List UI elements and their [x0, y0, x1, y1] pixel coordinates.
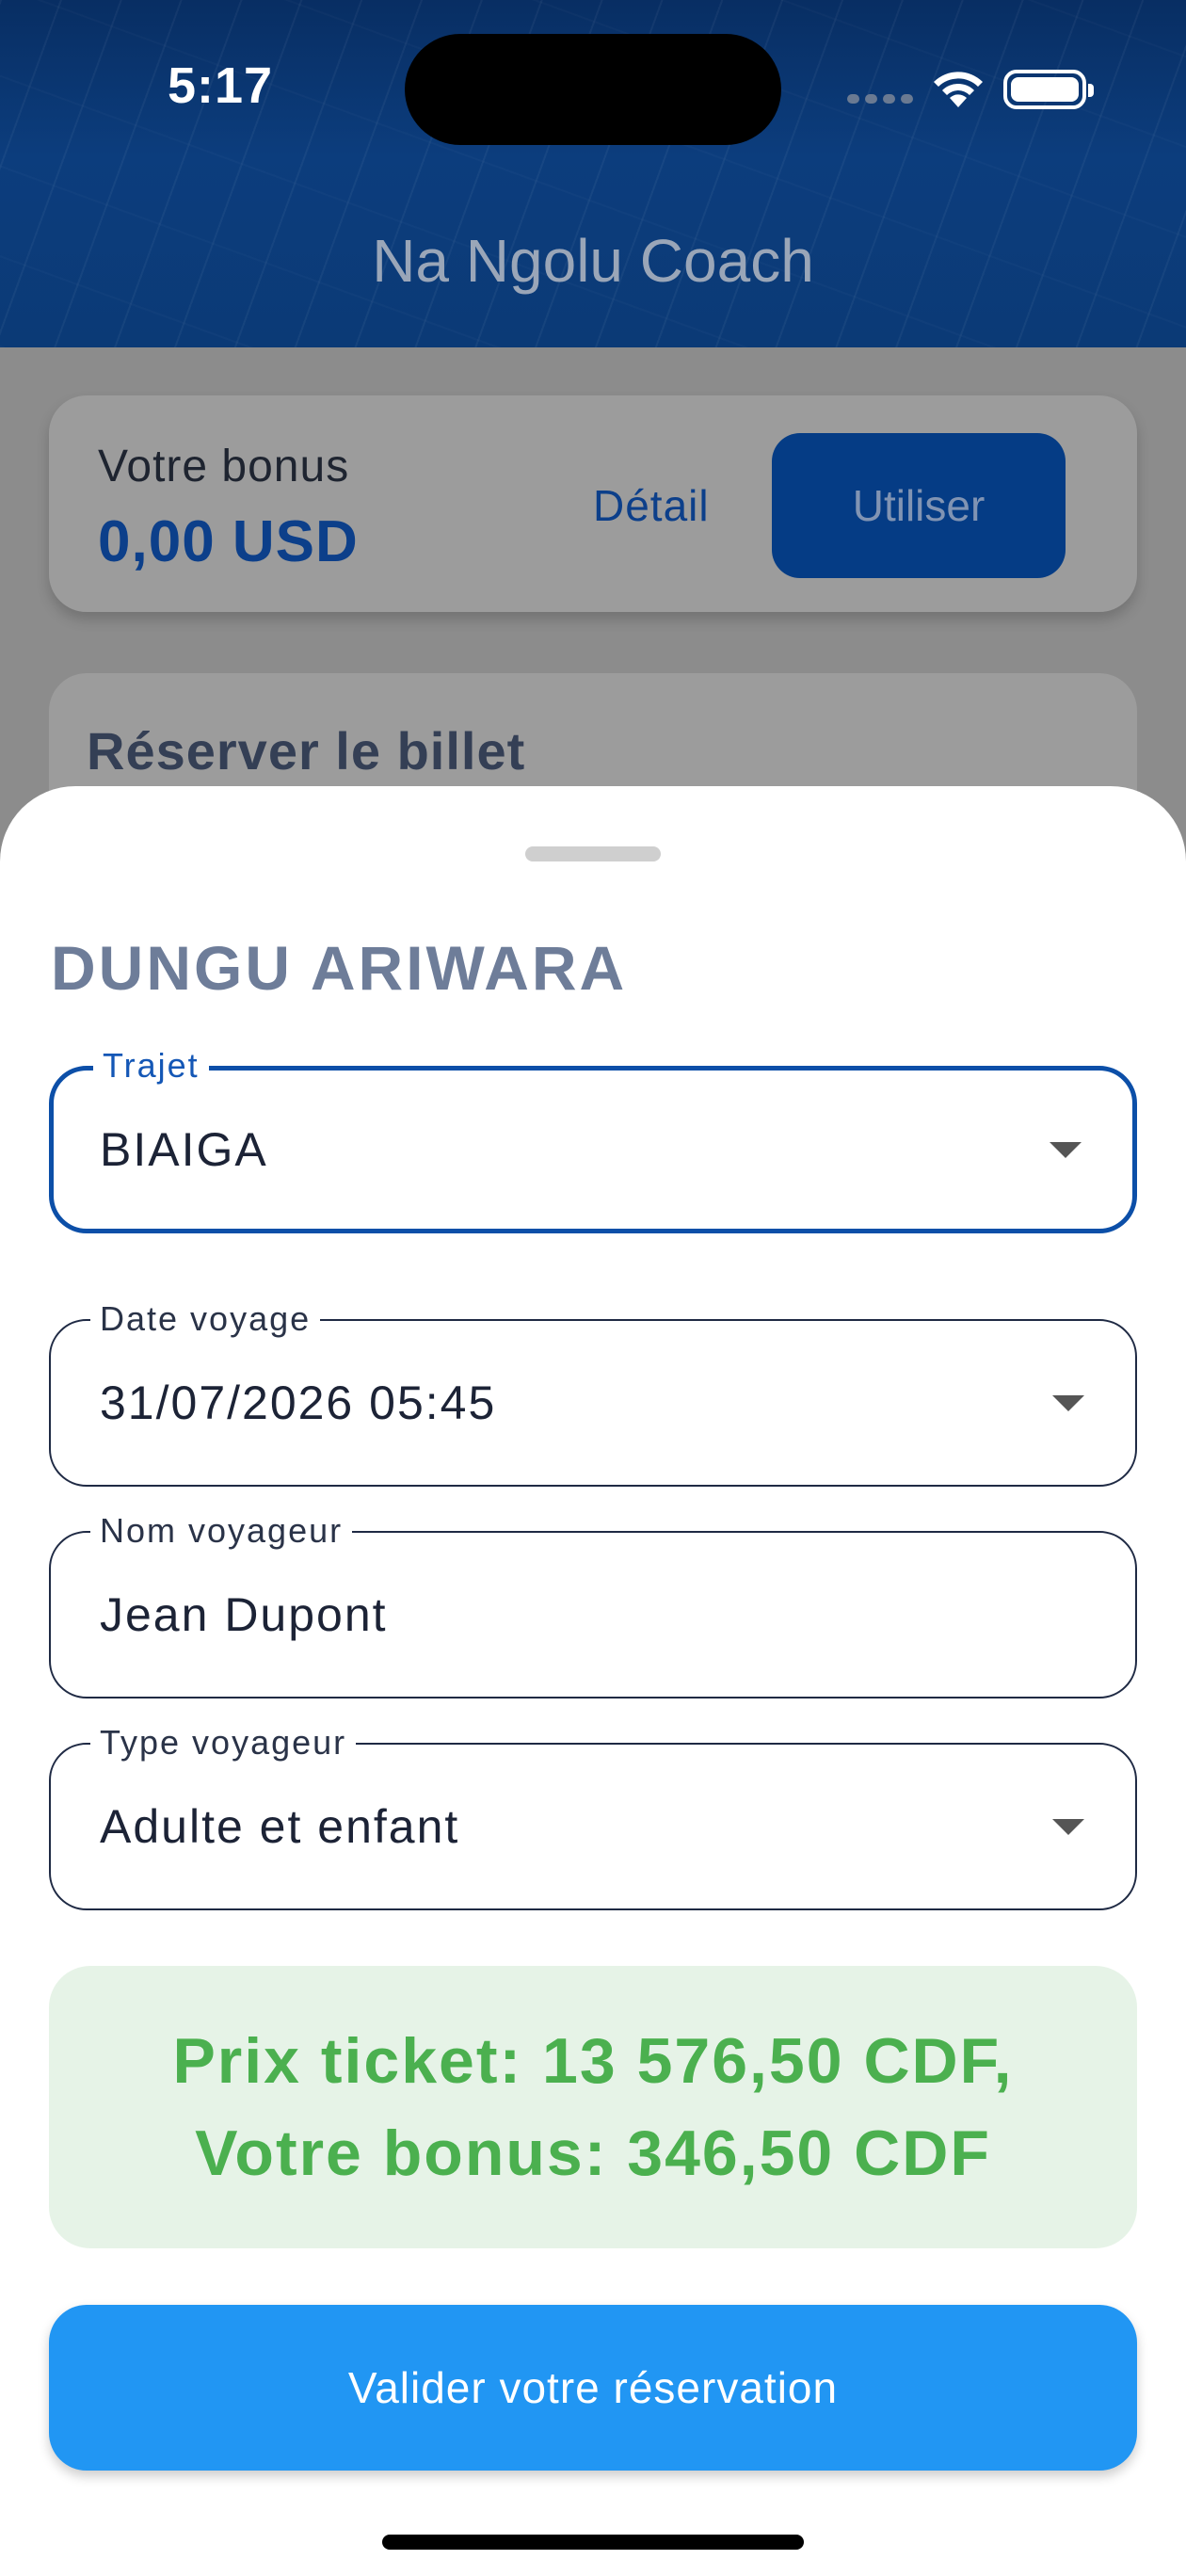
app-title: Na Ngolu Coach [372, 227, 814, 295]
battery-icon [1003, 70, 1094, 109]
price-summary: Prix ticket: 13 576,50 CDF, Votre bonus:… [49, 1966, 1137, 2248]
bonus-value: 0,00 USD [98, 509, 359, 574]
reserve-title: Réserver le billet [87, 721, 526, 781]
status-time: 5:17 [168, 57, 274, 114]
price-ticket-text: Prix ticket: 13 576,50 CDF, [172, 2025, 1014, 2097]
sheet-title: DUNGU ARIWARA [51, 933, 628, 1003]
app-header: 5:17 Na Ngolu Coach [0, 0, 1186, 347]
trajet-dropdown[interactable]: Trajet BIAIGA [49, 1047, 1137, 1233]
home-indicator [382, 2535, 804, 2550]
bonus-label: Votre bonus [98, 442, 350, 491]
signal-icon [847, 94, 913, 105]
wifi-icon [934, 72, 983, 107]
status-icons [847, 66, 1094, 113]
sheet-grabber[interactable] [525, 846, 661, 861]
nom-voyageur-field[interactable]: Nom voyageur Jean Dupont [49, 1512, 1137, 1699]
date-voyage-dropdown[interactable]: Date voyage 31/07/2026 05:45 [49, 1300, 1137, 1487]
price-bonus-text: Votre bonus: 346,50 CDF [195, 2117, 991, 2189]
chevron-down-icon [1052, 1395, 1084, 1411]
chevron-down-icon [1052, 1819, 1084, 1835]
trajet-value: BIAIGA [100, 1123, 268, 1176]
dynamic-island [405, 34, 781, 145]
chevron-down-icon [1050, 1142, 1082, 1158]
type-voyageur-dropdown[interactable]: Type voyageur Adulte et enfant [49, 1724, 1137, 1910]
detail-link[interactable]: Détail [593, 480, 710, 531]
type-voyageur-value: Adulte et enfant [100, 1800, 460, 1853]
validate-reservation-button[interactable]: Valider votre réservation [49, 2305, 1137, 2471]
nom-voyageur-value: Jean Dupont [100, 1588, 388, 1641]
date-voyage-value: 31/07/2026 05:45 [100, 1377, 497, 1429]
use-bonus-button[interactable]: Utiliser [772, 433, 1066, 578]
